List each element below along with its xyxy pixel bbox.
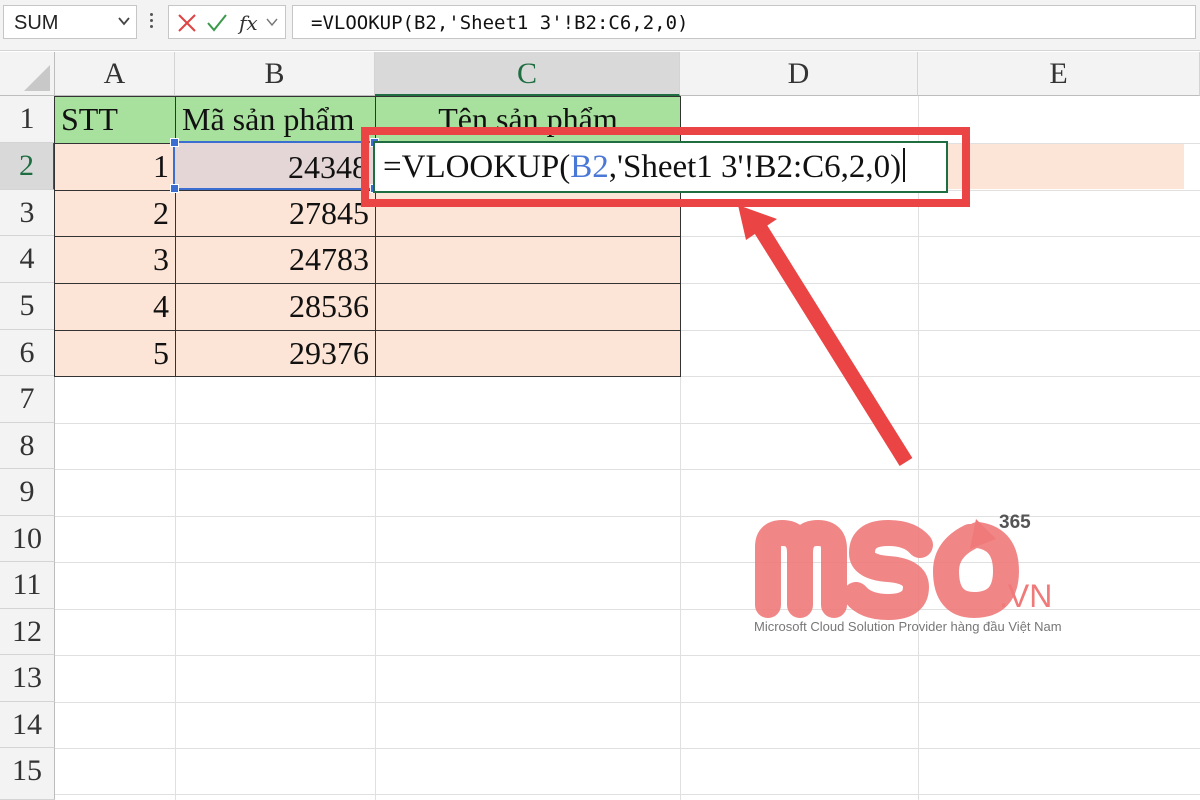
logo-tagline: Microsoft Cloud Solution Provider hàng đ… xyxy=(754,619,1062,634)
logo-domain: .VN xyxy=(999,578,1052,614)
logo-365: 365 xyxy=(999,512,1031,533)
arrow-pointer-icon xyxy=(738,205,913,466)
